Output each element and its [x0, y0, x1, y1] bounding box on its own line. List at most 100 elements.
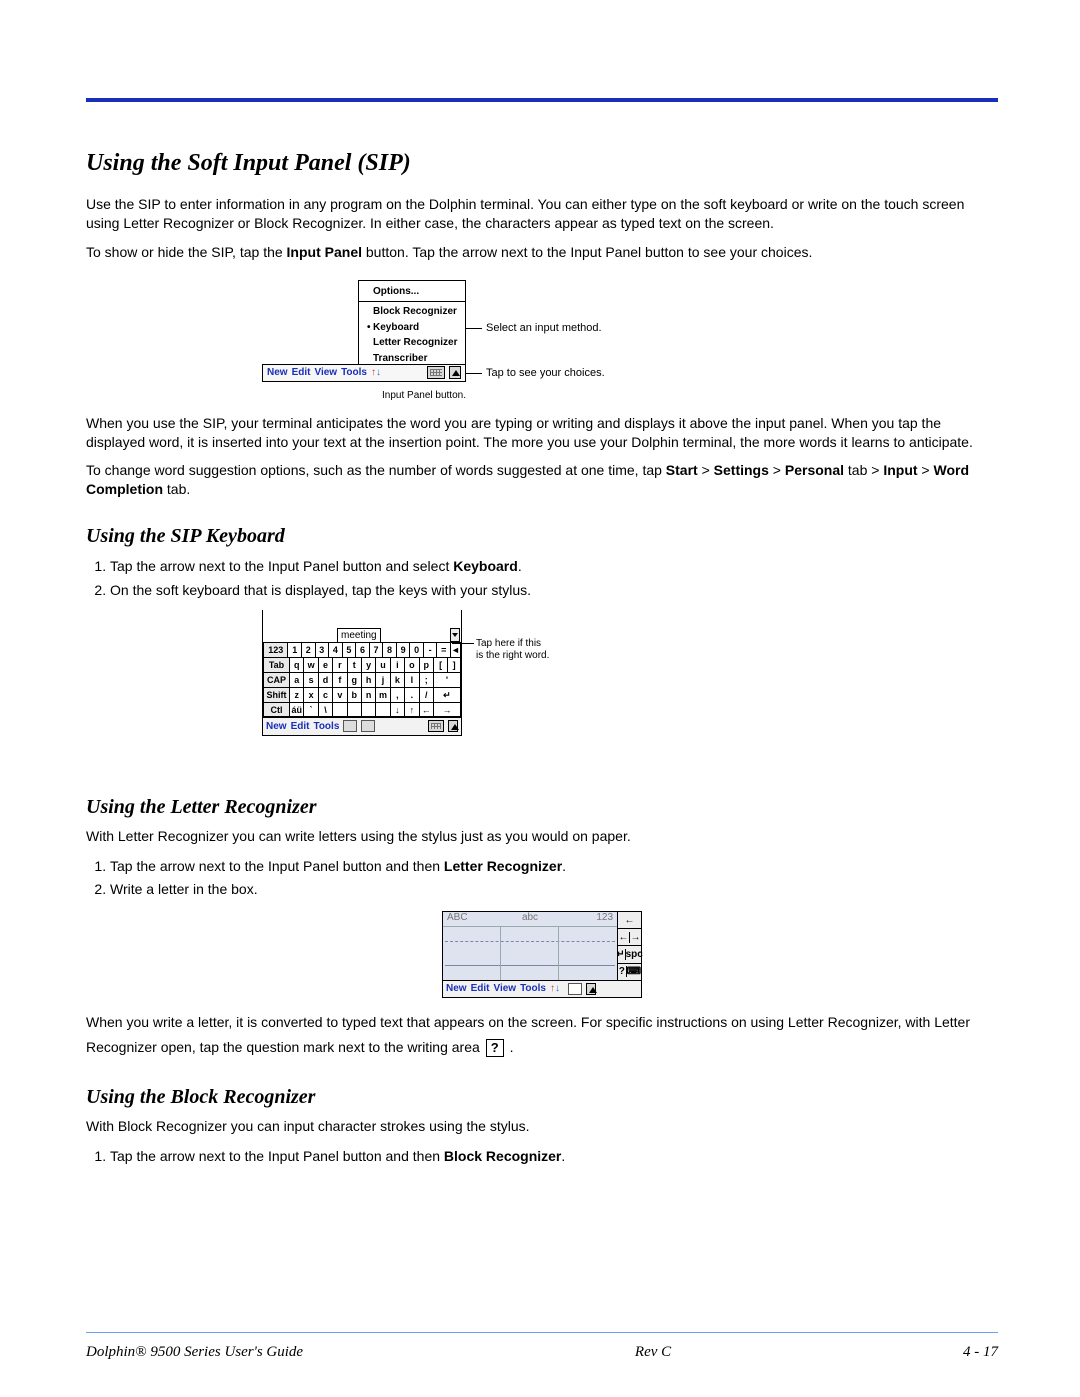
key[interactable]: `	[303, 702, 317, 717]
key[interactable]: g	[347, 672, 361, 687]
key[interactable]	[347, 702, 361, 717]
key[interactable]: Ctl	[263, 702, 289, 717]
dropdown-icon[interactable]	[450, 628, 460, 642]
tb-edit[interactable]: Edit	[291, 721, 310, 732]
key[interactable]: o	[404, 657, 418, 672]
tb-view[interactable]: View	[314, 367, 337, 378]
key[interactable]: r	[332, 657, 346, 672]
key[interactable]: 9	[396, 642, 410, 657]
input-panel-button[interactable]	[428, 720, 444, 732]
tb-edit[interactable]: Edit	[292, 367, 311, 378]
tb-tools[interactable]: Tools	[341, 367, 367, 378]
text: .	[518, 558, 522, 574]
tb-new[interactable]: New	[266, 721, 287, 732]
writing-area[interactable]	[443, 926, 617, 980]
key[interactable]: 4	[328, 642, 342, 657]
key[interactable]: ↑	[404, 702, 418, 717]
key[interactable]: f	[332, 672, 346, 687]
menu-item-letter[interactable]: Letter Recognizer	[365, 335, 459, 351]
key[interactable]: n	[361, 687, 375, 702]
key[interactable]: w	[303, 657, 317, 672]
input-panel-arrow[interactable]	[448, 720, 458, 732]
tb-tools[interactable]: Tools	[520, 983, 546, 994]
key[interactable]	[361, 702, 375, 717]
key[interactable]: CAP	[263, 672, 289, 687]
key[interactable]: Shift	[263, 687, 289, 702]
key[interactable]: j	[375, 672, 389, 687]
key[interactable]: l	[404, 672, 418, 687]
key[interactable]: x	[303, 687, 317, 702]
heading-sip-keyboard: Using the SIP Keyboard	[86, 525, 998, 548]
key[interactable]: d	[318, 672, 332, 687]
key[interactable]: c	[318, 687, 332, 702]
key[interactable]: i	[390, 657, 404, 672]
key[interactable]: áü	[289, 702, 303, 717]
tb-new[interactable]: New	[446, 983, 467, 994]
menu-item-keyboard[interactable]: Keyboard	[365, 320, 459, 336]
key[interactable]: v	[332, 687, 346, 702]
input-panel-arrow[interactable]	[586, 983, 596, 995]
key[interactable]: ↓	[390, 702, 404, 717]
key[interactable]: 123	[263, 642, 287, 657]
key[interactable]: →	[433, 702, 461, 717]
key[interactable]: ;	[419, 672, 433, 687]
key[interactable]: 6	[355, 642, 369, 657]
key[interactable]: ,	[390, 687, 404, 702]
input-panel-button[interactable]	[427, 366, 445, 379]
heading-block-recognizer: Using the Block Recognizer	[86, 1086, 998, 1109]
key[interactable]: Tab	[263, 657, 289, 672]
sip-para-2: To show or hide the SIP, tap the Input P…	[86, 243, 998, 262]
tb-view[interactable]: View	[493, 983, 516, 994]
key[interactable]: q	[289, 657, 303, 672]
key[interactable]: ←	[419, 702, 433, 717]
key[interactable]: ]	[447, 657, 461, 672]
key[interactable]: 2	[301, 642, 315, 657]
text-bold: Block Recognizer	[444, 1148, 561, 1164]
help-kbd[interactable]: ?⌨	[618, 963, 641, 980]
key[interactable]: m	[375, 687, 389, 702]
input-panel-arrow[interactable]	[449, 366, 461, 379]
soft-keyboard[interactable]: 1231234567890-=◄Tabqwertyuiop[]CAPasdfgh…	[263, 642, 461, 717]
zone-abc: abc	[500, 912, 557, 926]
arrow-buttons[interactable]: ←→	[618, 928, 641, 945]
lr-intro: With Letter Recognizer you can write let…	[86, 827, 998, 846]
key[interactable]: [	[433, 657, 447, 672]
tb-edit[interactable]: Edit	[471, 983, 490, 994]
key[interactable]: 5	[342, 642, 356, 657]
key[interactable]: 7	[369, 642, 383, 657]
key[interactable]: .	[404, 687, 418, 702]
suggested-word[interactable]: meeting	[337, 628, 381, 642]
key[interactable]: 0	[409, 642, 423, 657]
clock-icon	[343, 720, 357, 732]
key[interactable]: /	[419, 687, 433, 702]
key[interactable]: -	[423, 642, 437, 657]
key[interactable]: a	[289, 672, 303, 687]
tb-tools[interactable]: Tools	[313, 721, 339, 732]
key[interactable]	[375, 702, 389, 717]
key[interactable]: h	[361, 672, 375, 687]
backspace-button[interactable]: ←	[618, 912, 641, 928]
key[interactable]: z	[289, 687, 303, 702]
key[interactable]: 8	[382, 642, 396, 657]
key[interactable]: u	[375, 657, 389, 672]
key[interactable]: t	[347, 657, 361, 672]
key[interactable]: k	[390, 672, 404, 687]
menu-item-options[interactable]: Options...	[365, 284, 459, 300]
key[interactable]: ◄	[450, 642, 461, 657]
key[interactable]: s	[303, 672, 317, 687]
key[interactable]: y	[361, 657, 375, 672]
tb-new[interactable]: New	[267, 367, 288, 378]
key[interactable]: e	[318, 657, 332, 672]
enter-spc[interactable]: ↵spc	[618, 945, 641, 962]
key[interactable]: \	[318, 702, 332, 717]
key[interactable]: 1	[287, 642, 301, 657]
key[interactable]: '	[433, 672, 461, 687]
key[interactable]: =	[436, 642, 450, 657]
key[interactable]	[332, 702, 346, 717]
key[interactable]: ↵	[433, 687, 461, 702]
pen-icon[interactable]	[568, 983, 582, 995]
menu-item-block[interactable]: Block Recognizer	[365, 304, 459, 320]
key[interactable]: p	[419, 657, 433, 672]
key[interactable]: b	[347, 687, 361, 702]
key[interactable]: 3	[315, 642, 329, 657]
